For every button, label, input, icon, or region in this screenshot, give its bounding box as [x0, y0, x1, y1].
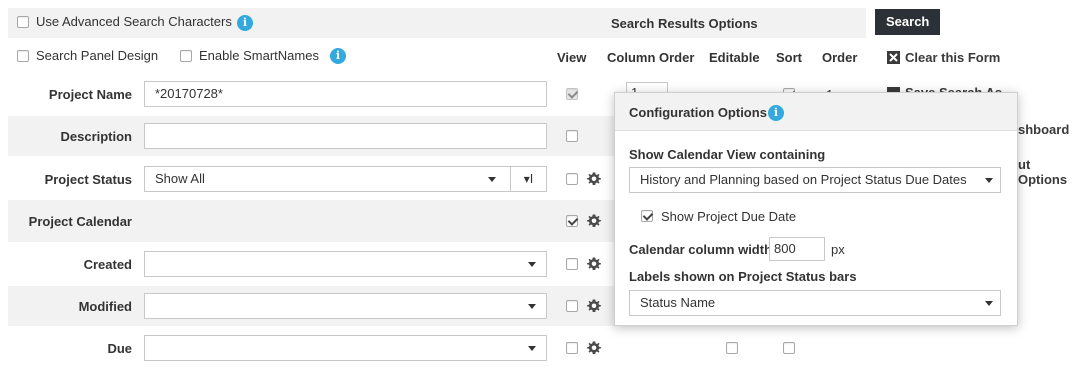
search-button[interactable]: Search [875, 9, 941, 35]
gear-icon[interactable] [586, 340, 602, 356]
description-label: Description [60, 129, 132, 144]
due-view-checkbox[interactable] [566, 342, 578, 354]
advanced-chars-checkbox[interactable] [17, 16, 29, 28]
caret-down-icon [488, 177, 496, 182]
column-header-editable: Editable [709, 50, 760, 65]
column-width-label: Calendar column width [629, 242, 773, 257]
created-label: Created [83, 257, 132, 272]
column-width-unit: px [831, 242, 845, 257]
layout-options-link[interactable]: ut Options [1018, 157, 1073, 187]
column-header-column-order: Column Order [607, 50, 695, 65]
configuration-popup: Configuration Options i Show Calendar Vi… [614, 92, 1018, 326]
show-due-date-label: Show Project Due Date [661, 209, 797, 224]
status-bars-select[interactable]: Status Name [629, 290, 1001, 316]
description-input[interactable] [144, 123, 547, 149]
project-status-label: Project Status [44, 172, 132, 187]
show-due-date-checkbox[interactable] [641, 210, 653, 222]
clear-form-icon [887, 51, 900, 64]
project-calendar-label: Project Calendar [28, 214, 132, 229]
popup-title: Configuration Options [629, 105, 767, 120]
smartnames-checkbox[interactable] [180, 50, 192, 62]
column-width-input[interactable]: 800 [769, 237, 825, 261]
project-status-view-checkbox[interactable] [566, 173, 578, 185]
smartnames-label: Enable SmartNames [199, 48, 319, 63]
info-icon[interactable]: i [237, 15, 253, 31]
panel-design-checkbox[interactable] [17, 50, 29, 62]
caret-down-icon [528, 262, 536, 267]
results-options-title: Search Results Options [611, 16, 758, 31]
created-view-checkbox[interactable] [566, 258, 578, 270]
dashboard-link[interactable]: shboard [1018, 122, 1069, 137]
due-label: Due [107, 341, 132, 356]
project-name-view-checkbox [566, 88, 578, 100]
due-sort-checkbox[interactable] [783, 342, 795, 354]
modified-view-checkbox[interactable] [566, 300, 578, 312]
caret-down-icon [985, 301, 993, 306]
due-editable-checkbox[interactable] [726, 342, 738, 354]
info-icon[interactable]: i [768, 105, 784, 121]
modified-label: Modified [78, 299, 132, 314]
modified-select[interactable] [144, 293, 547, 319]
description-view-checkbox[interactable] [566, 130, 578, 142]
column-header-order: Order [822, 50, 858, 65]
column-header-sort: Sort [776, 50, 802, 65]
due-select[interactable] [144, 335, 547, 361]
column-header-view: View [557, 50, 587, 65]
calendar-view-select[interactable]: History and Planning based on Project St… [629, 167, 1001, 193]
project-status-select[interactable]: Show All [144, 166, 511, 192]
project-status-filter-button[interactable]: ▾I [510, 166, 547, 192]
project-name-label: Project Name [48, 87, 132, 102]
gear-icon[interactable] [586, 171, 602, 187]
caret-down-icon [528, 304, 536, 309]
calendar-view-label: Show Calendar View containing [629, 147, 826, 162]
caret-down-icon [985, 178, 993, 183]
text-cursor-icon: ▾I [523, 172, 534, 186]
gear-icon[interactable] [586, 213, 602, 229]
info-icon[interactable]: i [330, 48, 346, 64]
project-name-input[interactable]: *20170728* [144, 81, 547, 107]
panel-design-label: Search Panel Design [36, 48, 159, 63]
status-bars-label: Labels shown on Project Status bars [629, 269, 857, 284]
clear-form-link[interactable]: Clear this Form [905, 50, 1000, 65]
gear-icon[interactable] [586, 298, 602, 314]
advanced-chars-label: Use Advanced Search Characters [36, 14, 232, 29]
gear-icon[interactable] [586, 256, 602, 272]
created-select[interactable] [144, 251, 547, 277]
caret-down-icon [528, 346, 536, 351]
project-calendar-view-checkbox[interactable] [566, 215, 578, 227]
